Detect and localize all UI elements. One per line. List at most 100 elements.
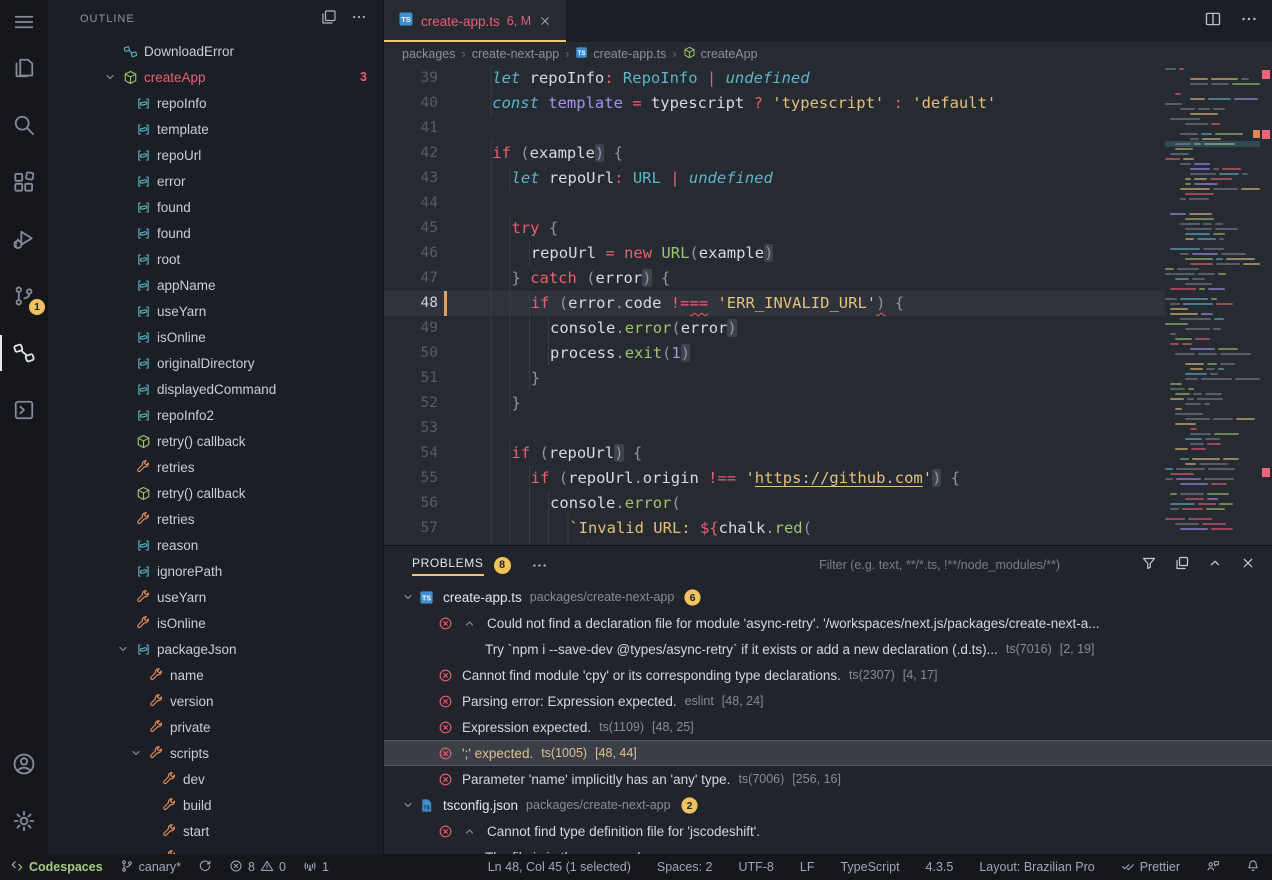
overview-ruler[interactable] (1260, 66, 1272, 545)
outline-item-displayedCommand[interactable]: displayedCommand (48, 376, 383, 402)
code-line-42[interactable]: 42if (example) { (384, 141, 1165, 166)
outline-item-found[interactable]: found (48, 220, 383, 246)
breadcrumb-item-create-next-app[interactable]: create-next-app (472, 47, 560, 61)
code-line-46[interactable]: 46repoUrl = new URL(example) (384, 241, 1165, 266)
status-item-notifications[interactable] (1246, 859, 1260, 876)
code-line-56[interactable]: 56console.error( (384, 491, 1165, 516)
code-line-41[interactable]: 41 (384, 116, 1165, 141)
more-actions-icon[interactable] (531, 557, 548, 574)
code-line-40[interactable]: 40const template = typescript ? 'typescr… (384, 91, 1165, 116)
outline-item-start[interactable]: start (48, 818, 383, 844)
status-item-encoding[interactable]: UTF-8 (738, 860, 773, 874)
outline-item-packageJson[interactable]: packageJson (48, 636, 383, 662)
outline-item-useYarn[interactable]: useYarn (48, 584, 383, 610)
activity-item-extensions[interactable] (0, 158, 48, 206)
status-item-language-mode[interactable]: TypeScript (840, 860, 899, 874)
code-line-43[interactable]: 43let repoUrl: URL | undefined (384, 166, 1165, 191)
tab-problems[interactable]: PROBLEMS (412, 552, 484, 578)
problem-row[interactable]: Try `npm i --save-dev @types/async-retry… (384, 636, 1272, 662)
code-line-51[interactable]: 51} (384, 366, 1165, 391)
activity-item-accounts[interactable] (0, 740, 48, 788)
chevron-down-icon[interactable] (113, 639, 133, 659)
outline-item-name[interactable]: name (48, 662, 383, 688)
activity-item-settings[interactable] (0, 797, 48, 845)
breadcrumb-item-packages[interactable]: packages (402, 47, 456, 61)
outline-item-build[interactable]: build (48, 792, 383, 818)
close-icon[interactable] (1240, 555, 1256, 576)
activity-item-remote-explorer[interactable] (0, 386, 48, 434)
duplicate-panel-icon[interactable] (1174, 555, 1190, 576)
outline-item-isOnline[interactable]: isOnline (48, 324, 383, 350)
code-line-48[interactable]: 48if (error.code !=== 'ERR_INVALID_URL')… (384, 291, 1165, 316)
activity-item-run-and-debug[interactable] (0, 215, 48, 263)
code-area[interactable]: 39let repoInfo: RepoInfo | undefined40co… (384, 66, 1165, 545)
activity-item-source-control[interactable]: 1 (0, 272, 48, 320)
code-line-47[interactable]: 47} catch (error) { (384, 266, 1165, 291)
filter-icon[interactable] (1141, 555, 1157, 576)
code-line-52[interactable]: 52} (384, 391, 1165, 416)
outline-item-createApp[interactable]: createApp3 (48, 64, 383, 90)
outline-item-error[interactable]: error (48, 168, 383, 194)
status-item-indentation[interactable]: Spaces: 2 (657, 860, 713, 874)
code-line-57[interactable]: 57`Invalid URL: ${chalk.red( (384, 516, 1165, 541)
outline-item-repoInfo[interactable]: repoInfo (48, 90, 383, 116)
outline-item-scripts[interactable]: scripts (48, 740, 383, 766)
outline-item-partial[interactable] (48, 844, 383, 854)
outline-item-DownloadError[interactable]: DownloadError (48, 38, 383, 64)
activity-item-explorer[interactable] (0, 44, 48, 92)
status-item-eol[interactable]: LF (800, 860, 815, 874)
status-item-codespaces-indicator[interactable]: Codespaces (10, 859, 103, 876)
chevron-up-icon[interactable] (463, 617, 479, 630)
outline-item-isOnline[interactable]: isOnline (48, 610, 383, 636)
outline-item-dev[interactable]: dev (48, 766, 383, 792)
outline-item-ignorePath[interactable]: ignorePath (48, 558, 383, 584)
outline-item-retries[interactable]: retries (48, 454, 383, 480)
status-item-problems-summary[interactable]: 80 (229, 859, 286, 876)
more-actions-icon[interactable] (351, 9, 367, 30)
problem-row[interactable]: The file is in the program because: (384, 844, 1272, 854)
problem-row[interactable]: Cannot find type definition file for 'js… (384, 818, 1272, 844)
problem-row[interactable]: Cannot find module 'cpy' or its correspo… (384, 662, 1272, 688)
problem-row[interactable]: ';' expected.ts(1005)[48, 44] (384, 740, 1272, 766)
code-line-55[interactable]: 55if (repoUrl.origin !== 'https://github… (384, 466, 1165, 491)
status-item-cursor-position[interactable]: Ln 48, Col 45 (1 selected) (488, 860, 631, 874)
status-item-layout[interactable]: Layout: Brazilian Pro (979, 860, 1094, 874)
code-line-49[interactable]: 49console.error(error) (384, 316, 1165, 341)
collapse-all-icon[interactable] (321, 9, 337, 30)
outline-item-originalDirectory[interactable]: originalDirectory (48, 350, 383, 376)
outline-item-private[interactable]: private (48, 714, 383, 740)
status-item-ports-item[interactable]: 1 (303, 859, 329, 876)
outline-item-useYarn[interactable]: useYarn (48, 298, 383, 324)
code-line-44[interactable]: 44 (384, 191, 1165, 216)
split-editor-icon[interactable] (1204, 10, 1222, 33)
minimap[interactable] (1165, 66, 1260, 545)
activity-item-outline-view[interactable] (0, 329, 48, 377)
chevron-down-icon[interactable] (401, 590, 419, 604)
problem-row[interactable]: Parameter 'name' implicitly has an 'any'… (384, 766, 1272, 792)
activity-item-menu[interactable] (0, 0, 48, 44)
status-item-branch-item[interactable]: canary* (120, 859, 181, 876)
status-item-feedback[interactable] (1206, 859, 1220, 876)
problem-row[interactable]: Could not find a declaration file for mo… (384, 610, 1272, 636)
outline-item-root[interactable]: root (48, 246, 383, 272)
close-icon[interactable] (538, 14, 552, 28)
outline-item-found[interactable]: found (48, 194, 383, 220)
outline-item-retry() callback[interactable]: retry() callback (48, 480, 383, 506)
code-line-58[interactable]: 58`"${example}"`) (384, 541, 1165, 545)
code-line-45[interactable]: 45try { (384, 216, 1165, 241)
activity-item-search[interactable] (0, 101, 48, 149)
chevron-up-icon[interactable] (1207, 555, 1223, 576)
status-item-sync-item[interactable] (198, 859, 212, 876)
chevron-down-icon[interactable] (401, 798, 419, 812)
code-line-53[interactable]: 53 (384, 416, 1165, 441)
breadcrumb-item-create-app.ts[interactable]: TScreate-app.ts (575, 46, 666, 62)
outline-item-retries[interactable]: retries (48, 506, 383, 532)
outline-item-template[interactable]: template (48, 116, 383, 142)
outline-item-repoInfo2[interactable]: repoInfo2 (48, 402, 383, 428)
chevron-up-icon[interactable] (463, 825, 479, 838)
problems-group-create-app.ts[interactable]: TScreate-app.tspackages/create-next-app6 (384, 584, 1272, 610)
outline-item-reason[interactable]: reason (48, 532, 383, 558)
status-item-ts-version[interactable]: 4.3.5 (926, 860, 954, 874)
problem-row[interactable]: Parsing error: Expression expected.eslin… (384, 688, 1272, 714)
code-line-54[interactable]: 54if (repoUrl) { (384, 441, 1165, 466)
